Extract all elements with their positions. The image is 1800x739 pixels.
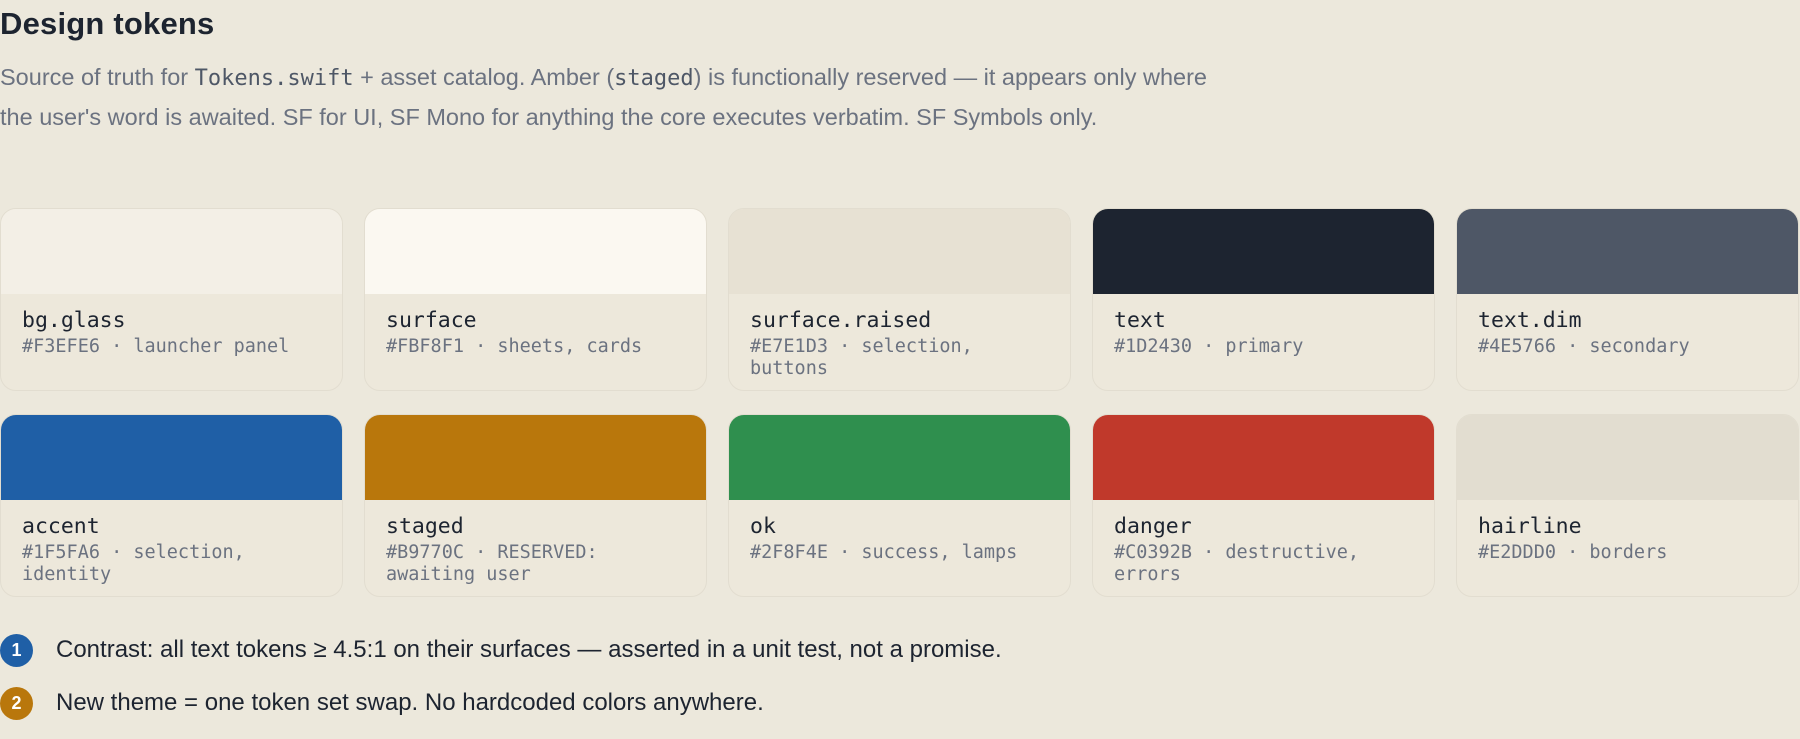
- note-number-badge: 1: [0, 633, 33, 667]
- color-swatch: [1457, 415, 1798, 500]
- token-description: #F3EFE6 · launcher panel: [22, 336, 290, 357]
- token-description: #1D2430 · primary: [1114, 336, 1304, 357]
- notes-list: 1 Contrast: all text tokens ≥ 4.5:1 on t…: [0, 633, 1002, 739]
- token-card-surface: surface #FBF8F1 · sheets, cards: [364, 208, 707, 391]
- color-swatch: [729, 415, 1070, 500]
- token-description: #E7E1D3 · selection, buttons: [750, 336, 973, 379]
- token-card-surface-raised: surface.raised #E7E1D3 · selection, butt…: [728, 208, 1071, 391]
- token-name: surface: [386, 308, 477, 333]
- token-name: text.dim: [1478, 308, 1582, 333]
- color-swatch: [365, 209, 706, 294]
- page-description: Source of truth for Tokens.swift + asset…: [0, 58, 1240, 136]
- token-card-text-dim: text.dim #4E5766 · secondary: [1456, 208, 1799, 391]
- token-name: danger: [1114, 514, 1192, 539]
- token-description: #1F5FA6 · selection, identity: [22, 542, 245, 585]
- note-text: Contrast: all text tokens ≥ 4.5:1 on the…: [56, 636, 1002, 663]
- description-text: + asset catalog. Amber (: [353, 64, 615, 90]
- token-name: bg.glass: [22, 308, 126, 333]
- color-swatch: [1457, 209, 1798, 294]
- color-swatch: [365, 415, 706, 500]
- token-name: accent: [22, 514, 100, 539]
- token-card-hairline: hairline #E2DDD0 · borders: [1456, 414, 1799, 597]
- token-card-text: text #1D2430 · primary: [1092, 208, 1435, 391]
- token-description: #FBF8F1 · sheets, cards: [386, 336, 643, 357]
- token-name: ok: [750, 514, 776, 539]
- token-card-bg-glass: bg.glass #F3EFE6 · launcher panel: [0, 208, 343, 391]
- note-text: New theme = one token set swap. No hardc…: [56, 689, 764, 716]
- token-name: staged: [386, 514, 464, 539]
- token-name: hairline: [1478, 514, 1582, 539]
- token-description: #4E5766 · secondary: [1478, 336, 1690, 357]
- token-description: #2F8F4E · success, lamps: [750, 542, 1018, 563]
- token-grid: bg.glass #F3EFE6 · launcher panel surfac…: [0, 208, 1799, 597]
- token-card-danger: danger #C0392B · destructive, errors: [1092, 414, 1435, 597]
- color-swatch: [1, 209, 342, 294]
- token-name: surface.raised: [750, 308, 932, 333]
- note-number-badge: 2: [0, 686, 33, 720]
- token-card-ok: ok #2F8F4E · success, lamps: [728, 414, 1071, 597]
- token-description: #B9770C · RESERVED: awaiting user: [386, 542, 598, 585]
- description-text: Source of truth for: [0, 64, 195, 90]
- token-description: #C0392B · destructive, errors: [1114, 542, 1360, 585]
- code-tokens-swift: Tokens.swift: [194, 66, 354, 91]
- color-swatch: [1093, 415, 1434, 500]
- note-item: 1 Contrast: all text tokens ≥ 4.5:1 on t…: [0, 633, 1002, 667]
- token-description: #E2DDD0 · borders: [1478, 542, 1668, 563]
- color-swatch: [729, 209, 1070, 294]
- token-name: text: [1114, 308, 1166, 333]
- page-title: Design tokens: [0, 6, 215, 41]
- note-item: 2 New theme = one token set swap. No har…: [0, 686, 1002, 720]
- color-swatch: [1, 415, 342, 500]
- token-card-accent: accent #1F5FA6 · selection, identity: [0, 414, 343, 597]
- code-staged: staged: [614, 66, 694, 91]
- token-card-staged: staged #B9770C · RESERVED: awaiting user: [364, 414, 707, 597]
- color-swatch: [1093, 209, 1434, 294]
